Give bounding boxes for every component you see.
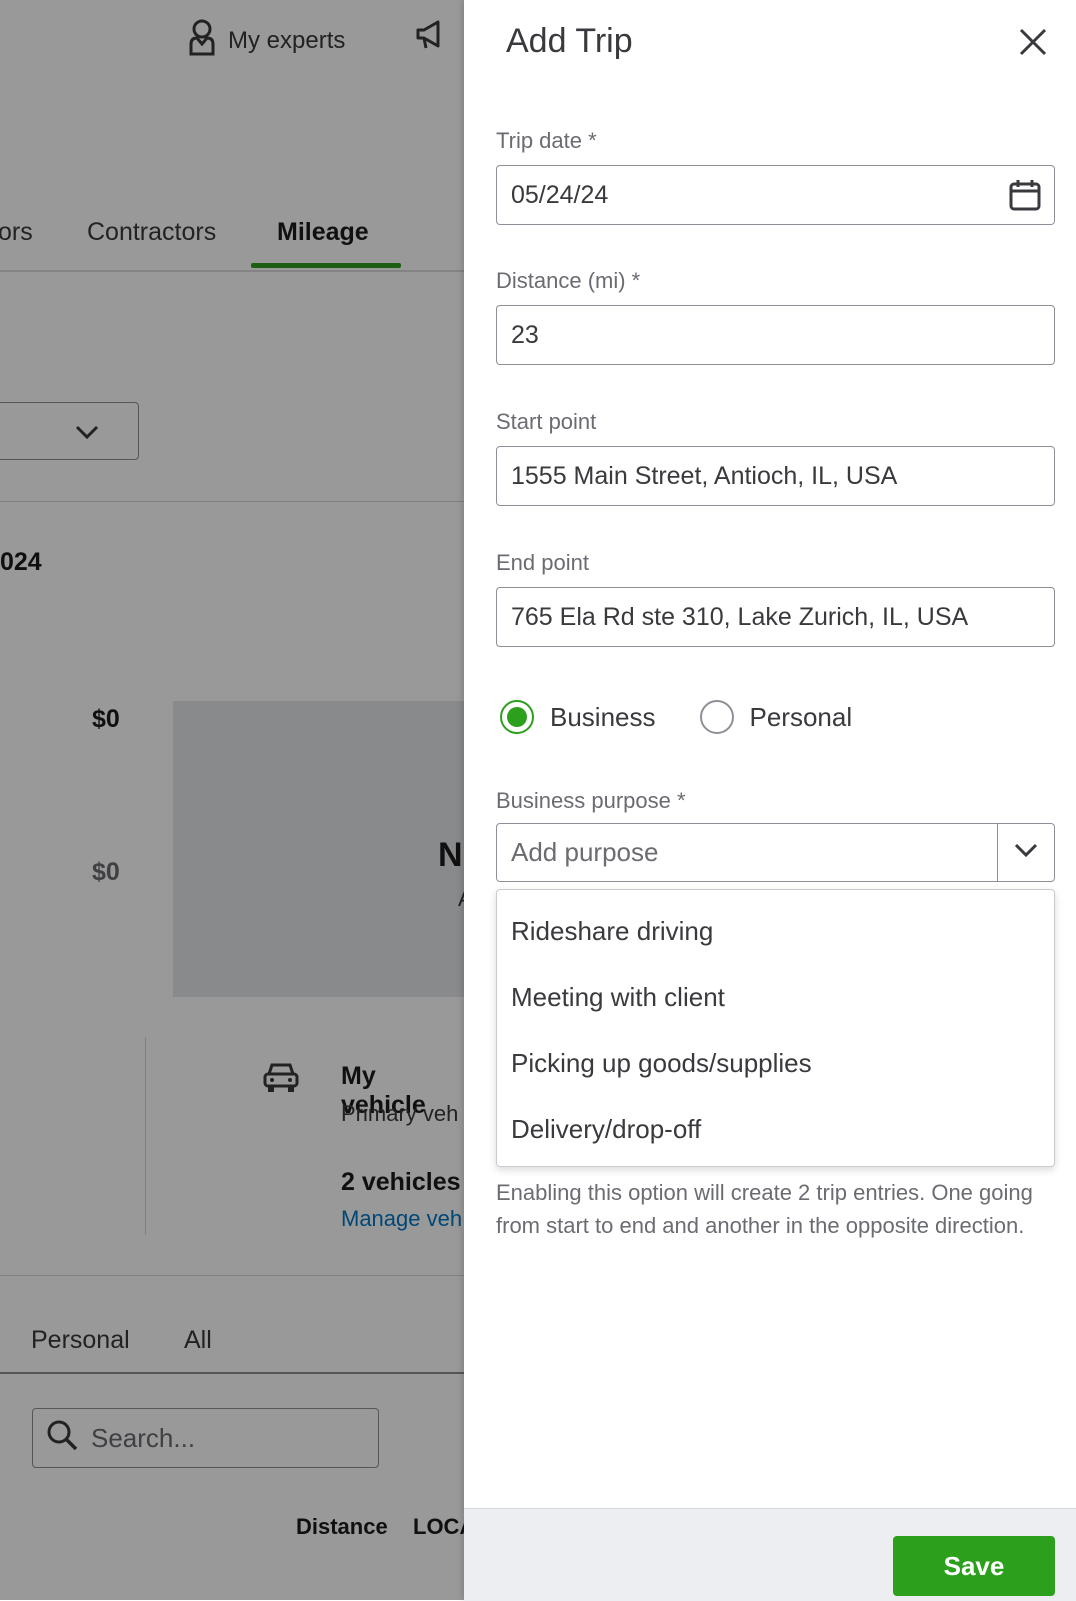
purpose-option-meeting[interactable]: Meeting with client bbox=[497, 964, 1054, 1030]
end-point-field[interactable] bbox=[496, 587, 1055, 647]
drawer-footer: Save bbox=[464, 1508, 1076, 1601]
distance-label: Distance (mi) * bbox=[496, 268, 641, 293]
purpose-option-delivery[interactable]: Delivery/drop-off bbox=[497, 1096, 1054, 1162]
personal-radio[interactable] bbox=[699, 700, 734, 734]
business-purpose-toggle[interactable] bbox=[997, 824, 1054, 881]
close-icon bbox=[1016, 28, 1050, 63]
trip-date-label: Trip date * bbox=[496, 128, 597, 153]
distance-field[interactable] bbox=[496, 305, 1055, 365]
background-page: My experts ors Contractors Mileage 024 $… bbox=[0, 0, 464, 1600]
close-button[interactable] bbox=[1016, 25, 1050, 59]
end-point-label: End point bbox=[496, 550, 589, 575]
trip-date-field[interactable] bbox=[496, 165, 1055, 225]
drawer-title: Add Trip bbox=[506, 22, 633, 60]
business-purpose-input[interactable]: Add purpose bbox=[497, 824, 997, 881]
purpose-option-rideshare[interactable]: Rideshare driving bbox=[497, 898, 1054, 964]
start-point-field[interactable] bbox=[496, 446, 1055, 506]
purpose-option-picking-up[interactable]: Picking up goods/supplies bbox=[497, 1030, 1054, 1096]
trip-type-radio-group: Business Personal bbox=[500, 700, 852, 734]
business-purpose-select[interactable]: Add purpose bbox=[496, 823, 1055, 882]
calendar-icon[interactable] bbox=[1008, 178, 1042, 212]
business-purpose-label: Business purpose * bbox=[496, 788, 686, 813]
personal-radio-label[interactable]: Personal bbox=[750, 702, 853, 733]
end-point-input[interactable] bbox=[511, 602, 1040, 632]
business-radio[interactable] bbox=[500, 700, 534, 734]
trip-date-input[interactable] bbox=[511, 180, 1040, 210]
business-radio-label[interactable]: Business bbox=[550, 702, 656, 733]
modal-overlay[interactable] bbox=[0, 0, 464, 1600]
distance-input[interactable] bbox=[511, 320, 1040, 350]
start-point-input[interactable] bbox=[511, 461, 1040, 491]
chevron-down-icon bbox=[1012, 837, 1040, 868]
add-trip-drawer: Add Trip Trip date * Distance (mi) * Sta… bbox=[464, 0, 1076, 1601]
business-purpose-dropdown: Rideshare driving Meeting with client Pi… bbox=[496, 889, 1055, 1167]
save-button[interactable]: Save bbox=[893, 1536, 1055, 1596]
round-trip-helper-text: Enabling this option will create 2 trip … bbox=[496, 1180, 1033, 1238]
start-point-label: Start point bbox=[496, 409, 597, 434]
